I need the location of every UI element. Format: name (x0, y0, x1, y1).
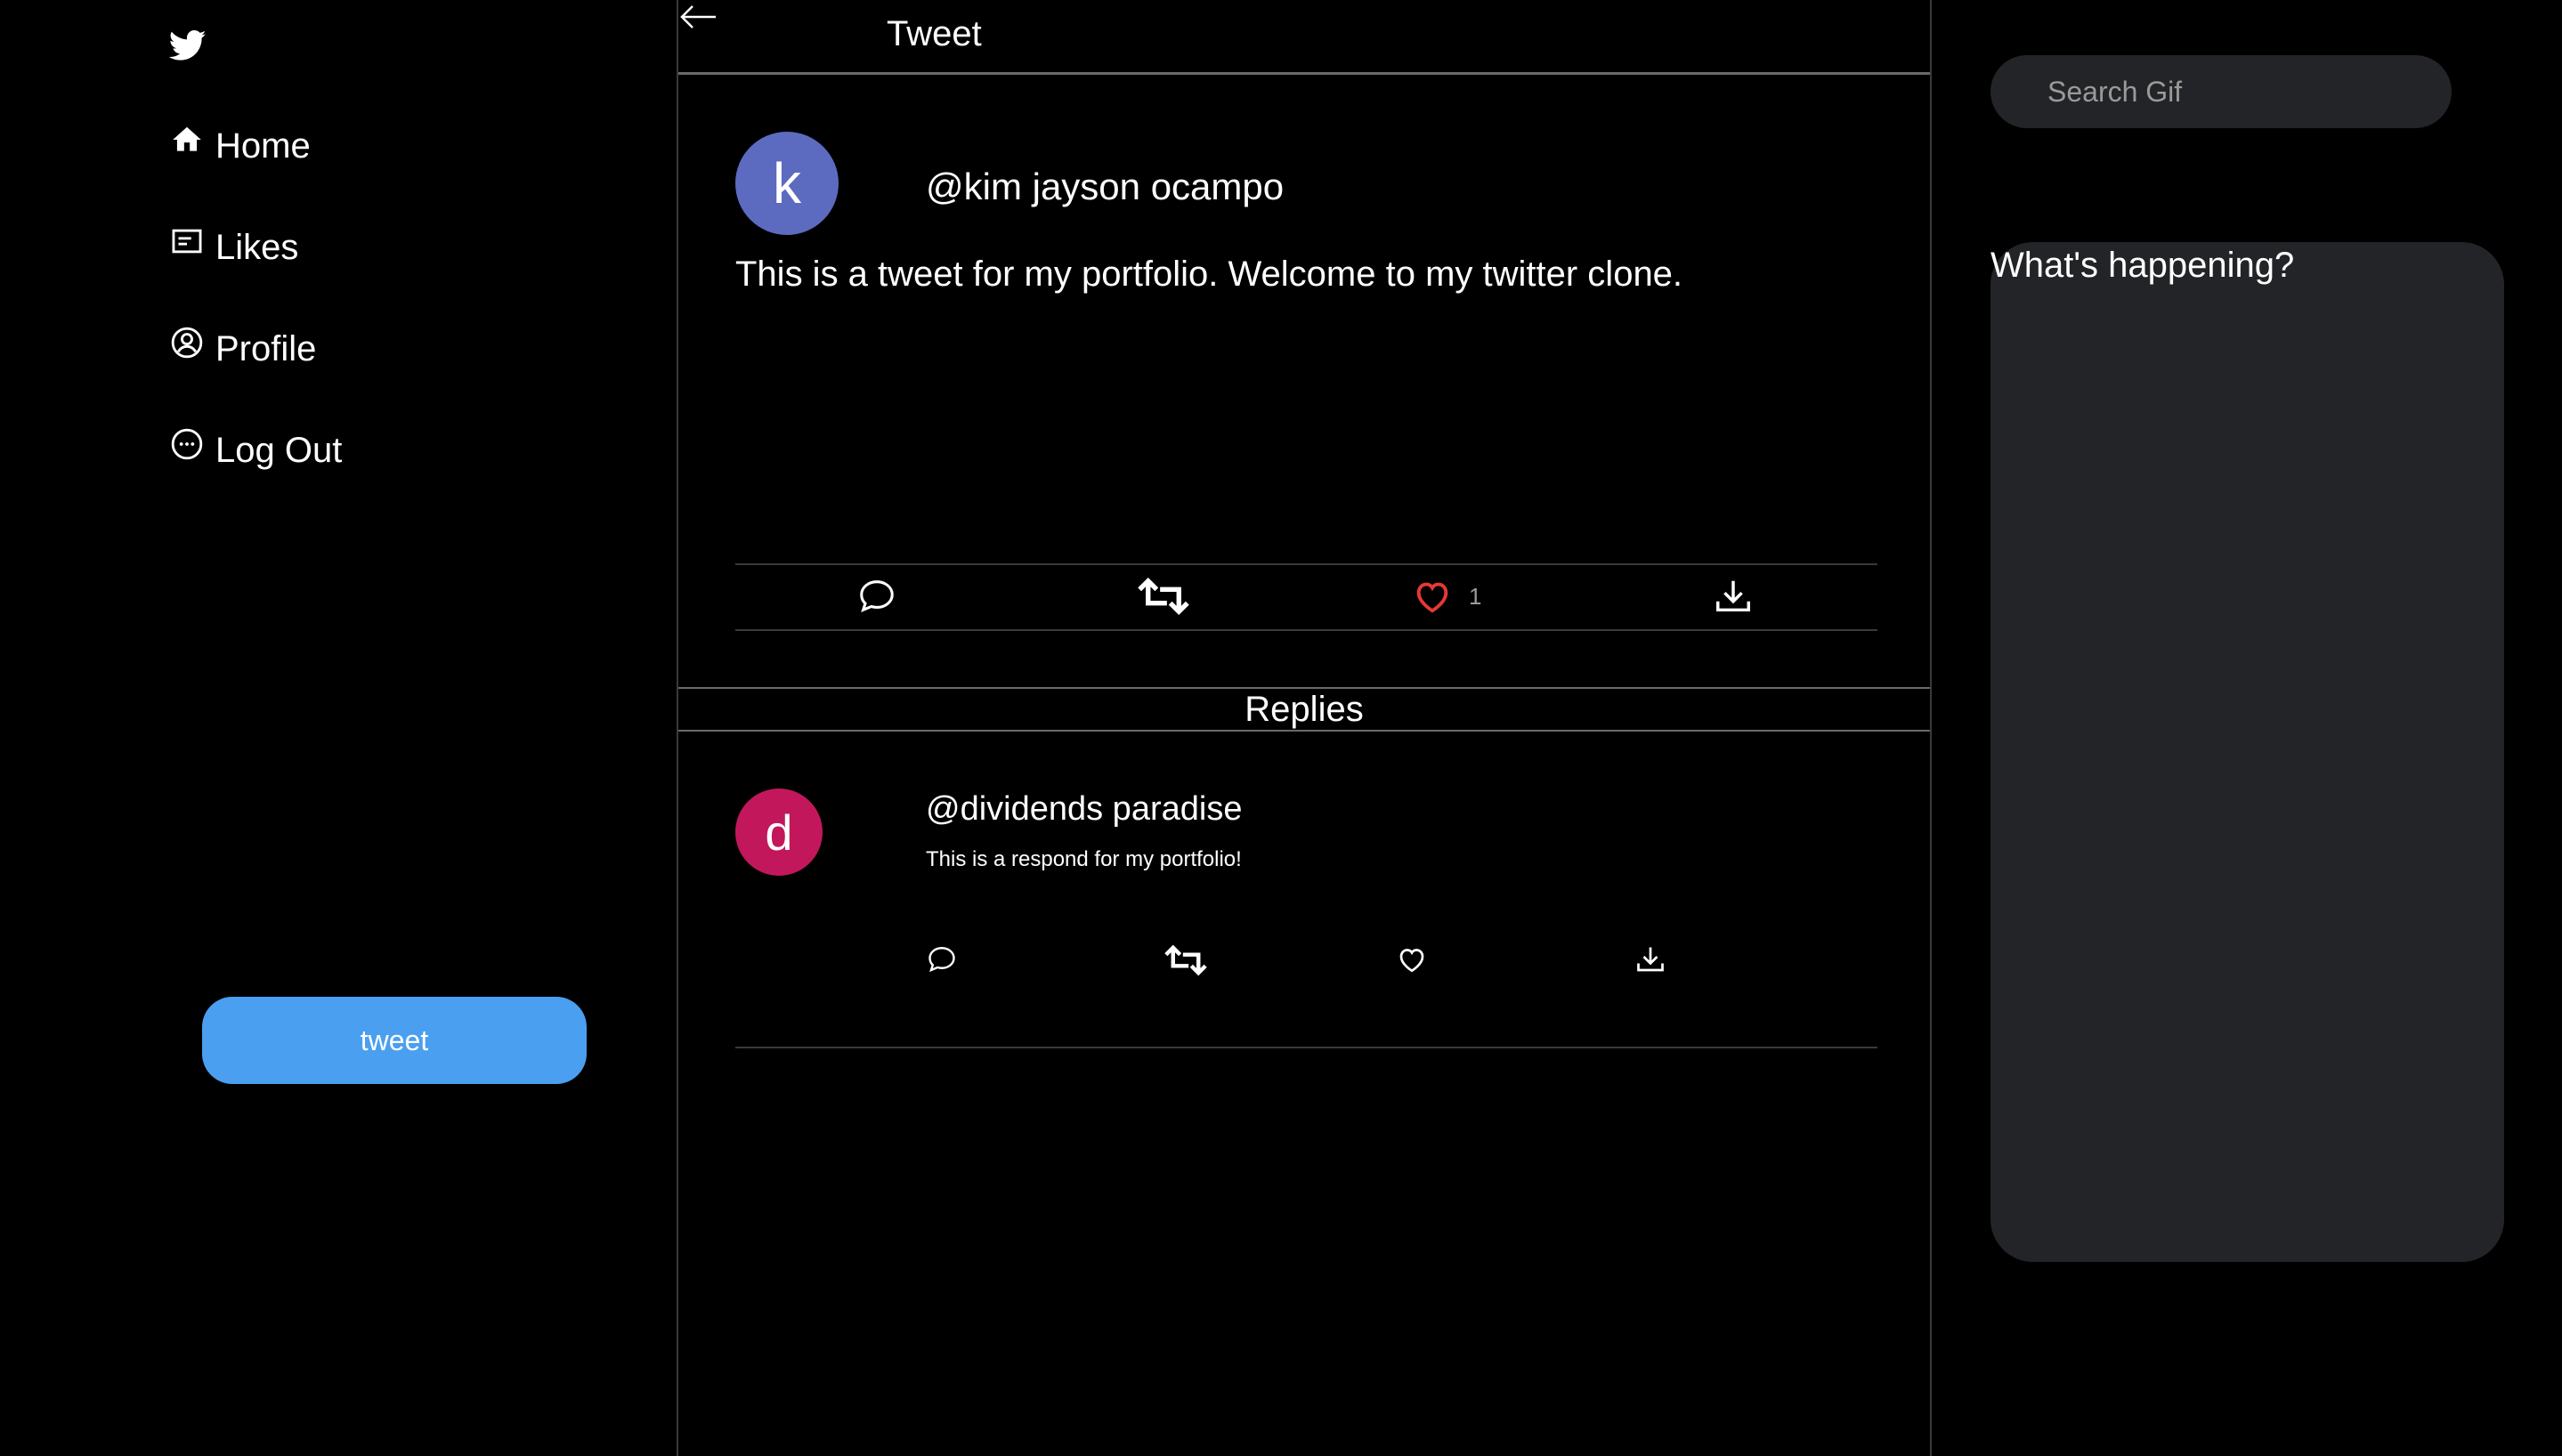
download-icon (1716, 580, 1750, 612)
comment-icon (860, 580, 894, 613)
list-item: d @dividends paradise This is a respond … (735, 789, 1877, 1048)
tweet-handle[interactable]: @kim jayson ocampo (926, 166, 1284, 208)
reply-handle[interactable]: @dividends paradise (926, 790, 1242, 829)
tweet-button[interactable]: tweet (202, 997, 587, 1084)
retweet-icon (1164, 944, 1207, 976)
like-count: 1 (1469, 582, 1482, 610)
page-header: Tweet (678, 0, 1930, 75)
reply-comment-button[interactable] (926, 943, 958, 975)
twitter-logo-icon[interactable] (169, 27, 207, 64)
download-icon (1637, 947, 1664, 972)
back-arrow-icon[interactable] (678, 2, 718, 32)
logout-icon (169, 426, 205, 462)
tweet-text: This is a tweet for my portfolio. Welcom… (735, 255, 1683, 294)
avatar[interactable]: d (735, 789, 823, 876)
app: Home Likes Profile Log Out tweet Tweet k… (0, 0, 2562, 1456)
comment-icon (928, 947, 955, 973)
whats-happening-panel: What's happening? (1990, 242, 2504, 1262)
likes-list-icon (169, 223, 205, 259)
panel-title: What's happening? (1990, 246, 2295, 285)
search-input[interactable] (1990, 55, 2452, 128)
download-button[interactable] (1713, 576, 1754, 617)
home-icon (169, 122, 205, 158)
nav-label-logout: Log Out (215, 431, 343, 470)
retweet-button[interactable] (1136, 576, 1191, 617)
nav-label-home: Home (215, 126, 311, 166)
comment-button[interactable] (856, 576, 897, 617)
heart-icon (1416, 582, 1448, 613)
like-button[interactable]: 1 (1412, 576, 1481, 617)
reply-download-button[interactable] (1634, 943, 1666, 975)
nav-item-likes[interactable]: Likes (169, 228, 298, 268)
reply-like-button[interactable] (1396, 943, 1428, 975)
reply-text: This is a respond for my portfolio! (926, 847, 1242, 871)
avatar[interactable]: k (735, 132, 839, 235)
retweet-icon (1138, 577, 1189, 616)
main-column: Tweet k @kim jayson ocampo This is a twe… (677, 0, 1932, 1456)
nav-item-logout[interactable]: Log Out (169, 428, 343, 471)
heart-icon (1399, 949, 1424, 973)
nav-item-profile[interactable]: Profile (169, 327, 317, 369)
left-nav: Home Likes Profile Log Out tweet (0, 0, 677, 1456)
profile-icon (169, 325, 205, 360)
page-title: Tweet (887, 14, 982, 53)
replies-heading: Replies (678, 687, 1930, 732)
reply-retweet-button[interactable] (1163, 943, 1209, 977)
nav-label-profile: Profile (215, 329, 317, 368)
nav-label-likes: Likes (215, 228, 299, 267)
nav-item-home[interactable]: Home (169, 126, 311, 166)
tweet-actions: 1 (735, 563, 1877, 631)
